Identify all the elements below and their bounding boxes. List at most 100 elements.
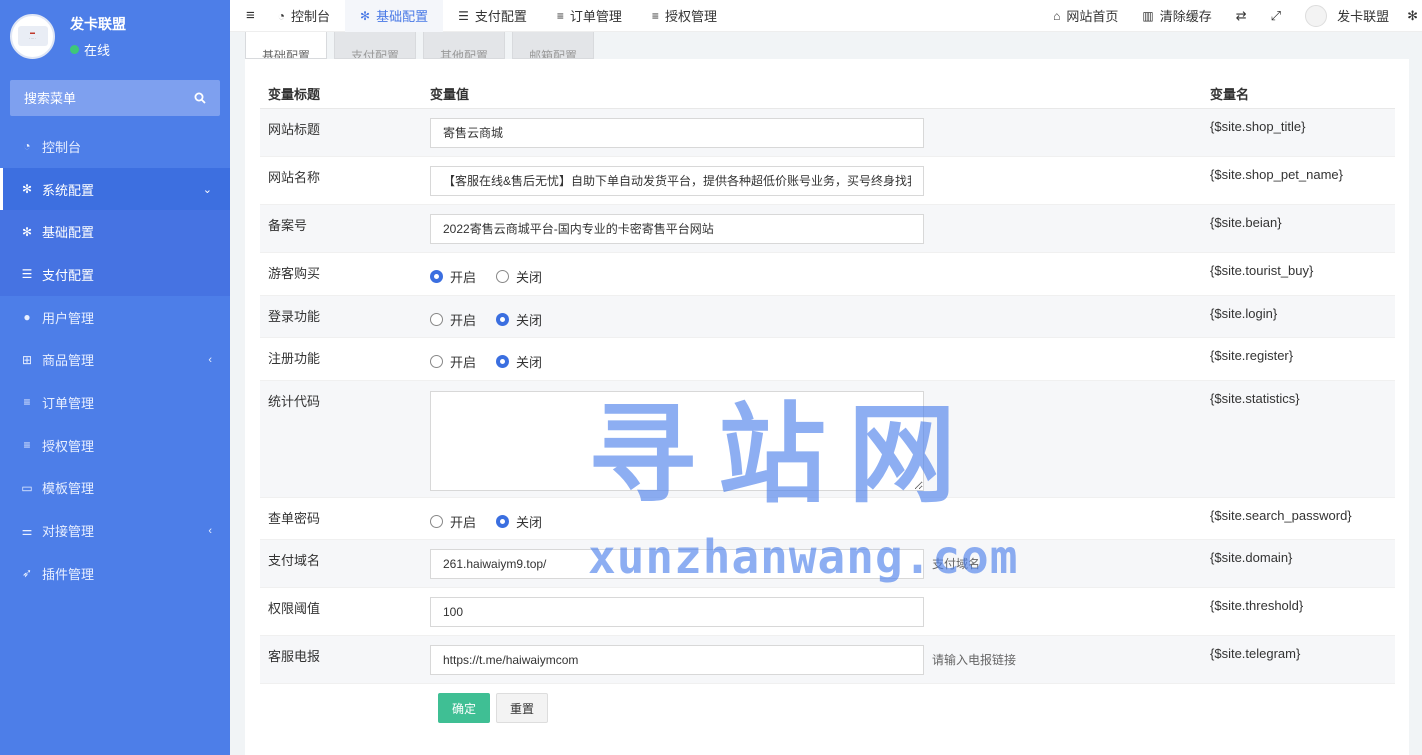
tourist-buy-on-radio[interactable]: 开启	[430, 267, 476, 286]
config-table: 变量标题 变量值 变量名 网站标题 {$site.shop_title} 网站名…	[260, 75, 1395, 684]
radio-label: 关闭	[516, 355, 543, 370]
translate-icon: ⇄	[1235, 7, 1247, 23]
tab-label: 控制台	[291, 9, 331, 24]
row-value: 开启 关闭	[430, 338, 1202, 380]
list-icon: ≡	[651, 8, 659, 23]
reset-button[interactable]: 重置	[496, 693, 549, 723]
hamburger-icon: ≡	[246, 7, 255, 24]
header-value: 变量值	[430, 87, 470, 102]
table-row: 游客购买 开启 关闭 {$site.tourist_buy}	[260, 253, 1395, 296]
sidebar-item-label: 商品管理	[42, 353, 95, 369]
menu-search-input[interactable]	[24, 90, 174, 106]
sidebar-item-orders[interactable]: ≡ 订单管理	[0, 381, 230, 424]
sidebar-item-plugins[interactable]: ➶ 插件管理	[0, 552, 230, 595]
sidebar-item-integrations[interactable]: ⚌ 对接管理 ‹	[0, 509, 230, 552]
confirm-button[interactable]: 确定	[438, 693, 491, 723]
tab-orders[interactable]: ≡ 订单管理	[542, 0, 637, 32]
sidebar-item-label: 授权管理	[42, 438, 95, 454]
table-header: 变量标题 变量值 变量名	[260, 75, 1395, 109]
clear-cache-button[interactable]: ▥ 清除缓存	[1130, 0, 1223, 32]
avatar[interactable]: ▬ ·····	[10, 13, 55, 59]
radio-checked-icon	[496, 313, 510, 326]
table-row: 网站名称 {$site.shop_pet_name}	[260, 157, 1395, 205]
row-var-name: {$site.threshold}	[1210, 598, 1304, 613]
row-var-name: {$site.register}	[1210, 348, 1294, 363]
sidebar-item-label: 系统配置	[42, 182, 95, 198]
table-row: 查单密码 开启 关闭 {$site.search_password}	[260, 498, 1395, 540]
row-var-name: {$site.tourist_buy}	[1210, 263, 1314, 278]
telegram-input[interactable]	[430, 644, 924, 675]
top-navbar: ≡ ◔ 控制台 ✻ 基础配置 ☰ 支付配置 ≡ 订单管理 ≡ 授权管理 ⌂ 网站首页 ▥ 清除…	[230, 0, 1422, 32]
list-icon: ≡	[23, 438, 31, 453]
tab-basic-config[interactable]: ✻ 基础配置	[345, 0, 444, 32]
sidebar-menu: ◔ 控制台 ✻ 系统配置 ⌄ ✻ 基础配置 ☰ 支付配置 ● 用户管理 ⊞ 商品管理 ‹ ≡ 订单…	[0, 125, 230, 595]
dashboard-icon: ◔	[277, 8, 286, 23]
row-value: 开启 关闭	[430, 296, 1202, 337]
sidebar-item-goods[interactable]: ⊞ 商品管理 ‹	[0, 338, 230, 381]
clear-cache-label: 清除缓存	[1159, 9, 1212, 24]
row-var-name: {$site.shop_pet_name}	[1210, 167, 1343, 182]
tab-auth[interactable]: ≡ 授权管理	[637, 0, 732, 32]
chevron-down-icon: ⌄	[202, 183, 212, 196]
search-icon[interactable]	[194, 92, 206, 104]
sidebar-item-basic-config[interactable]: ✻ 基础配置	[0, 210, 230, 254]
tab-payment-config[interactable]: ☰ 支付配置	[443, 0, 542, 32]
menu-toggle-button[interactable]: ≡	[230, 0, 263, 32]
tab-label: 基础配置	[261, 49, 310, 59]
sidebar-item-label: 基础配置	[42, 225, 95, 241]
home-link[interactable]: ⌂ 网站首页	[1041, 0, 1130, 32]
sidebar-item-label: 用户管理	[42, 310, 95, 326]
sidebar-item-label: 订单管理	[42, 395, 95, 411]
radio-checked-icon	[496, 355, 510, 368]
tab-dashboard[interactable]: ◔ 控制台	[263, 0, 345, 32]
sidebar-item-payment-config[interactable]: ☰ 支付配置	[0, 253, 230, 296]
list-icon: ≡	[556, 8, 564, 23]
pay-domain-input[interactable]	[430, 548, 924, 579]
sidebar-item-templates[interactable]: ▭ 模板管理	[0, 467, 230, 510]
row-title: 游客购买	[268, 266, 321, 281]
config-tab-other[interactable]: 其他配置	[423, 32, 505, 59]
tab-label: 邮箱配置	[528, 49, 577, 59]
table-row: 支付域名 支付域名 {$site.domain}	[260, 540, 1395, 588]
radio-label: 关闭	[516, 313, 543, 328]
login-off-radio[interactable]: 关闭	[496, 310, 542, 329]
radio-label: 开启	[450, 313, 477, 328]
sidebar-item-auth[interactable]: ≡ 授权管理	[0, 424, 230, 467]
register-on-radio[interactable]: 开启	[430, 352, 476, 371]
translate-button[interactable]: ⇄	[1224, 0, 1259, 32]
sliders-icon: ⚌	[21, 523, 33, 538]
fullscreen-button[interactable]: ⤢	[1259, 0, 1293, 32]
shop-title-input[interactable]	[430, 117, 924, 148]
tab-label: 订单管理	[569, 9, 622, 24]
search-password-on-radio[interactable]: 开启	[430, 512, 476, 531]
beian-input[interactable]	[430, 213, 924, 244]
statistics-textarea[interactable]	[430, 391, 924, 491]
config-tab-payment[interactable]: 支付配置	[334, 32, 416, 59]
tourist-buy-off-radio[interactable]: 关闭	[496, 267, 542, 286]
gear-icon: ✻	[21, 224, 33, 239]
table-row: 统计代码 {$site.statistics}	[260, 381, 1395, 498]
user-menu[interactable]: 发卡联盟	[1293, 0, 1401, 32]
threshold-input[interactable]	[430, 596, 924, 627]
settings-button[interactable]: ✻	[1401, 0, 1422, 32]
dashboard-icon: ◔	[23, 139, 31, 154]
table-row: 备案号 {$site.beian}	[260, 205, 1395, 253]
shop-name-input[interactable]	[430, 165, 924, 196]
row-title: 查单密码	[268, 511, 321, 526]
field-hint: 支付域名	[932, 557, 981, 571]
config-tabs: 基础配置 支付配置 其他配置 邮箱配置	[245, 32, 601, 59]
config-tab-basic[interactable]: 基础配置	[245, 32, 327, 59]
table-row: 网站标题 {$site.shop_title}	[260, 109, 1395, 157]
list-icon: ☰	[21, 267, 33, 282]
sidebar-item-dashboard[interactable]: ◔ 控制台	[0, 125, 230, 168]
sidebar-item-users[interactable]: ● 用户管理	[0, 296, 230, 339]
register-off-radio[interactable]: 关闭	[496, 352, 542, 371]
gear-icon: ✻	[360, 8, 371, 23]
row-value: 开启 关闭	[430, 498, 1202, 539]
sidebar-item-system-config[interactable]: ✻ 系统配置 ⌄	[0, 167, 230, 211]
login-on-radio[interactable]: 开启	[430, 310, 476, 329]
row-var-name: {$site.telegram}	[1210, 646, 1301, 661]
search-password-off-radio[interactable]: 关闭	[496, 512, 542, 531]
config-tab-email[interactable]: 邮箱配置	[512, 32, 594, 59]
row-title: 权限阈值	[268, 601, 321, 616]
